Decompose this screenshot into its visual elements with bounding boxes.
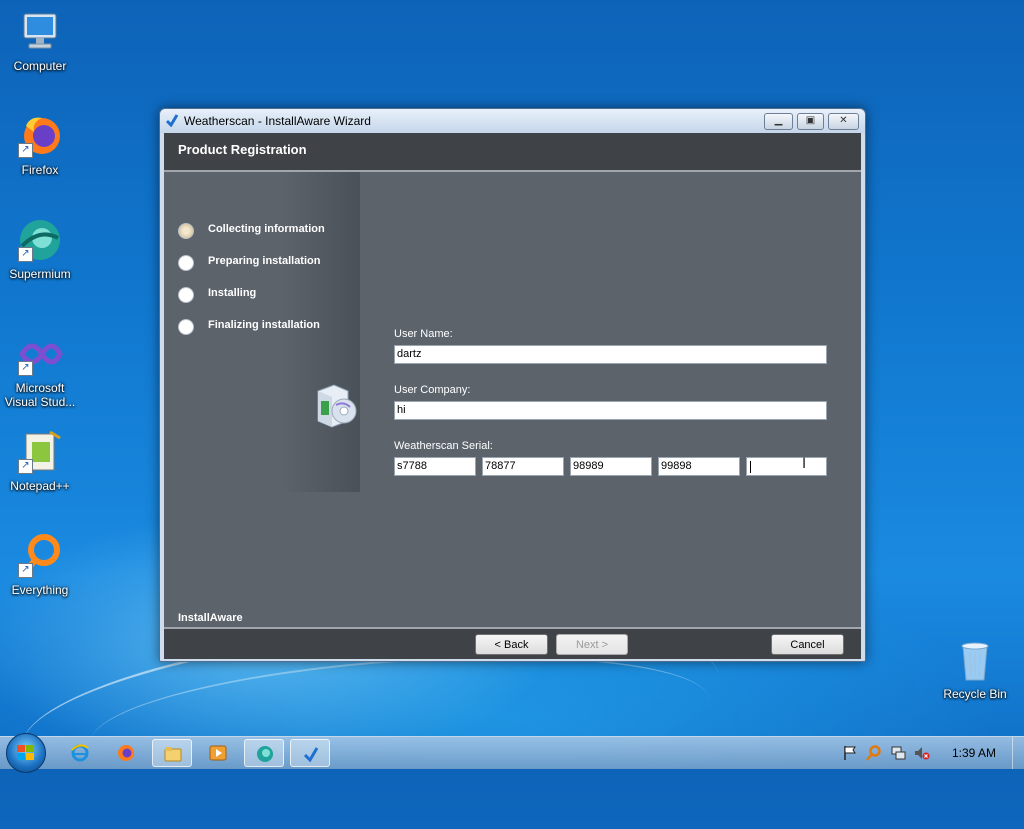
firefox-icon: ↗ [16, 112, 64, 160]
search-icon[interactable] [866, 745, 882, 761]
serial-field-5[interactable] [746, 457, 827, 476]
user-name-label: User Name: [394, 328, 453, 340]
step-indicator [178, 287, 194, 303]
taskbar: 1:39 AM [0, 733, 1024, 773]
step-label: Finalizing installation [208, 319, 320, 331]
serial-field-3[interactable]: 98989 [570, 457, 652, 476]
window-titlebar[interactable]: Weatherscan - InstallAware Wizard ▁ ▣ ✕ [160, 109, 865, 133]
taskbar-clock[interactable]: 1:39 AM [944, 746, 1004, 760]
close-button[interactable]: ✕ [828, 113, 859, 130]
software-box-cd-icon [314, 381, 360, 429]
step-label: Collecting information [208, 223, 325, 235]
wizard-header: Product Registration [164, 133, 861, 172]
computer-icon [16, 8, 64, 56]
page-title: Product Registration [178, 142, 307, 157]
volume-muted-icon[interactable] [914, 745, 930, 761]
user-company-input[interactable]: hi [394, 401, 827, 420]
everything-search-icon: ↗ [16, 532, 64, 580]
supermium-icon [256, 745, 274, 763]
taskbar-firefox[interactable] [106, 739, 146, 767]
taskbar-supermium[interactable] [244, 739, 284, 767]
serial-field-1[interactable]: s7788 [394, 457, 476, 476]
serial-label: Weatherscan Serial: [394, 440, 493, 452]
visual-studio-icon: ↗ [16, 330, 64, 378]
wizard-client-area: Product Registration Collecting informat… [164, 133, 861, 659]
taskbar-file-explorer[interactable] [152, 739, 192, 767]
maximize-icon: ▣ [805, 115, 816, 126]
minimize-button[interactable]: ▁ [764, 113, 793, 130]
installaware-brand-label: InstallAware [178, 612, 243, 624]
internet-explorer-icon [71, 744, 89, 762]
close-icon: ✕ [839, 115, 848, 126]
installaware-wizard-window: Weatherscan - InstallAware Wizard ▁ ▣ ✕ … [159, 108, 866, 662]
user-company-label: User Company: [394, 384, 471, 396]
text-cursor-ibeam-icon: I [802, 456, 807, 472]
desktop-icon-label: Firefox [21, 163, 59, 177]
step-indicator-active [178, 223, 194, 239]
desktop-icon-notepad-plus-plus[interactable]: ↗ Notepad++ [0, 428, 80, 493]
action-center-flag-icon[interactable] [842, 745, 858, 761]
installaware-icon [165, 113, 179, 128]
cancel-button[interactable]: Cancel [771, 634, 844, 655]
shortcut-arrow-icon: ↗ [18, 247, 33, 262]
desktop-icon-supermium[interactable]: ↗ Supermium [0, 216, 80, 281]
desktop-icon-label: Recycle Bin [943, 687, 1007, 701]
desktop-icon-label: Microsoft Visual Stud... [4, 381, 76, 409]
step-indicator [178, 255, 194, 271]
file-explorer-icon [164, 745, 182, 763]
desktop-icon-recycle-bin[interactable]: Recycle Bin [935, 636, 1015, 701]
desktop-icon-firefox[interactable]: ↗ Firefox [0, 112, 80, 177]
shortcut-arrow-icon: ↗ [18, 459, 33, 474]
serial-field-4[interactable]: 99898 [658, 457, 740, 476]
recycle-bin-icon [951, 636, 999, 684]
wizard-button-bar: < Back Next > Cancel [164, 627, 861, 659]
shortcut-arrow-icon: ↗ [18, 563, 33, 578]
shortcut-arrow-icon: ↗ [18, 361, 33, 376]
supermium-icon: ↗ [16, 216, 64, 264]
taskbar-internet-explorer[interactable] [60, 739, 100, 767]
desktop-icon-label: Supermium [9, 267, 71, 281]
step-label: Installing [208, 287, 257, 299]
firefox-icon [117, 744, 135, 762]
minimize-icon: ▁ [774, 115, 783, 126]
installaware-icon [302, 745, 320, 763]
notepad-plus-plus-icon: ↗ [16, 428, 64, 476]
desktop-icon-label: Notepad++ [10, 479, 70, 493]
shortcut-arrow-icon: ↗ [18, 143, 33, 158]
maximize-button[interactable]: ▣ [797, 113, 824, 130]
desktop-icon-computer[interactable]: Computer [0, 8, 80, 73]
user-name-input[interactable]: dartz [394, 345, 827, 364]
desktop-icon-everything[interactable]: ↗ Everything [0, 532, 80, 597]
show-desktop-button[interactable] [1012, 737, 1024, 769]
serial-field-2[interactable]: 78877 [482, 457, 564, 476]
step-label: Preparing installation [208, 255, 321, 267]
network-icon[interactable] [890, 745, 906, 761]
start-button[interactable] [6, 733, 46, 773]
progress-steps-panel: Collecting information Preparing install… [164, 172, 360, 492]
desktop-icon-visual-studio[interactable]: ↗ Microsoft Visual Stud... [0, 330, 80, 409]
media-player-icon [209, 744, 227, 762]
windows-logo-icon [17, 745, 35, 761]
text-caret [750, 461, 751, 473]
desktop-icon-label: Everything [11, 583, 69, 597]
taskbar-media-player[interactable] [198, 739, 238, 767]
back-button[interactable]: < Back [475, 634, 548, 655]
step-indicator [178, 319, 194, 335]
next-button[interactable]: Next > [556, 634, 628, 655]
taskbar-installaware[interactable] [290, 739, 330, 767]
window-title: Weatherscan - InstallAware Wizard [184, 114, 371, 128]
desktop-icon-label: Computer [13, 59, 67, 73]
